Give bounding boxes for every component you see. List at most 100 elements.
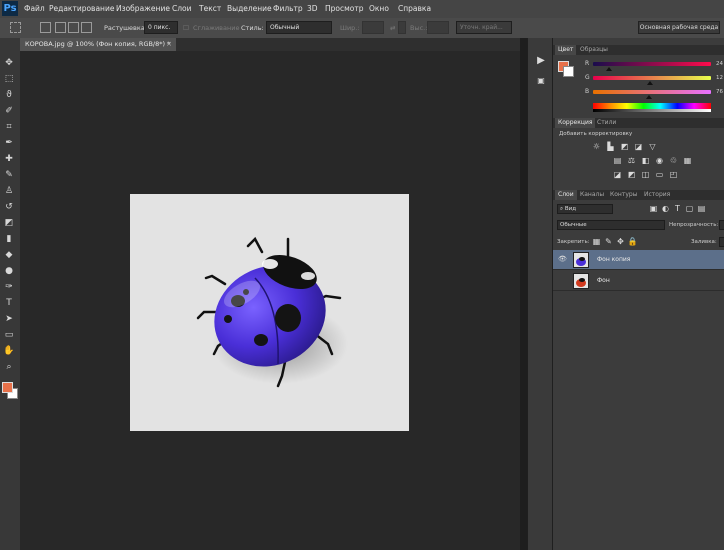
- eye-icon[interactable]: 👁: [558, 255, 567, 263]
- lock-move-icon[interactable]: ✥: [615, 237, 626, 246]
- eyedropper-tool-icon[interactable]: ✒: [3, 138, 15, 148]
- menu-window[interactable]: Окно: [369, 4, 389, 13]
- tab-paths[interactable]: Контуры: [607, 190, 640, 200]
- green-slider-thumb[interactable]: [647, 81, 653, 85]
- menu-layers[interactable]: Слои: [172, 4, 192, 13]
- green-value[interactable]: 12: [716, 75, 723, 81]
- panel-options-icon[interactable]: ▣: [534, 74, 548, 87]
- lock-brush-icon[interactable]: ✎: [603, 237, 614, 246]
- tab-color[interactable]: Цвет: [555, 45, 577, 55]
- eraser-tool-icon[interactable]: ◩: [3, 218, 15, 228]
- pen-tool-icon[interactable]: ✑: [3, 282, 15, 292]
- menu-filter[interactable]: Фильтр: [273, 4, 303, 13]
- style-select[interactable]: Обычный: [266, 21, 332, 34]
- photo-filter-icon[interactable]: ◉: [654, 156, 665, 165]
- menu-edit[interactable]: Редактирование: [49, 4, 114, 13]
- hand-tool-icon[interactable]: ✋: [3, 346, 15, 356]
- foreground-color-swatch[interactable]: [2, 382, 13, 393]
- type-tool-icon[interactable]: T: [3, 298, 15, 308]
- filter-shape-icon[interactable]: ▢: [684, 204, 695, 213]
- tab-layers[interactable]: Слои: [555, 190, 577, 200]
- blue-value[interactable]: 76: [716, 89, 723, 95]
- intersect-selection-icon[interactable]: [81, 22, 92, 33]
- document-tab[interactable]: КОРОВА.jpg @ 100% (Фон копия, RGB/8*) * …: [20, 38, 176, 51]
- blend-mode-select[interactable]: Обычные: [557, 220, 665, 230]
- filter-pixel-icon[interactable]: ▣: [648, 204, 659, 213]
- zoom-tool-icon[interactable]: ⌕: [3, 362, 15, 372]
- layer-row-background[interactable]: Фон: [553, 271, 724, 291]
- layer-filter-select[interactable]: ⌕ Вид: [557, 204, 613, 214]
- channel-mixer-icon[interactable]: ♲: [668, 156, 679, 165]
- lock-transparent-icon[interactable]: ▦: [591, 237, 602, 246]
- clone-stamp-tool-icon[interactable]: ♙: [3, 186, 15, 196]
- filter-adjust-icon[interactable]: ◐: [660, 204, 671, 213]
- quick-select-tool-icon[interactable]: ✐: [3, 106, 15, 116]
- width-input[interactable]: [362, 21, 384, 34]
- tab-channels[interactable]: Каналы: [577, 190, 607, 200]
- fill-input[interactable]: [719, 237, 724, 247]
- layer-row-bg-copy[interactable]: 👁 Фон копия: [553, 250, 724, 270]
- workspace-button[interactable]: Основная рабочая среда: [638, 21, 720, 34]
- filter-type-icon[interactable]: T: [672, 204, 683, 213]
- gradient-map-icon[interactable]: ▭: [654, 170, 665, 179]
- lasso-tool-icon[interactable]: ϑ: [3, 90, 15, 100]
- hue-sat-icon[interactable]: ▤: [612, 156, 623, 165]
- color-balance-icon[interactable]: ⚖: [626, 156, 637, 165]
- selective-color-icon[interactable]: ◰: [668, 170, 679, 179]
- close-tab-icon[interactable]: ×: [166, 38, 172, 51]
- new-selection-icon[interactable]: [40, 22, 51, 33]
- add-selection-icon[interactable]: [55, 22, 66, 33]
- vertical-scrollbar[interactable]: [520, 38, 527, 550]
- crop-tool-icon[interactable]: ⌗: [3, 122, 15, 132]
- bw-icon[interactable]: ◧: [640, 156, 651, 165]
- red-slider[interactable]: [593, 62, 711, 66]
- levels-icon[interactable]: ▙: [605, 142, 616, 151]
- dodge-tool-icon[interactable]: ●: [3, 266, 15, 276]
- menu-image[interactable]: Изображение: [116, 4, 170, 13]
- layer-name[interactable]: Фон: [597, 277, 610, 284]
- blue-slider[interactable]: [593, 90, 711, 94]
- tab-history[interactable]: История: [641, 190, 673, 200]
- menu-select[interactable]: Выделение: [227, 4, 272, 13]
- blur-tool-icon[interactable]: ◆: [3, 250, 15, 260]
- play-icon[interactable]: ▶: [534, 54, 548, 67]
- vibrance-icon[interactable]: ▽: [647, 142, 658, 151]
- menu-help[interactable]: Справка: [398, 4, 431, 13]
- path-select-tool-icon[interactable]: ➤: [3, 314, 15, 324]
- history-brush-tool-icon[interactable]: ↺: [3, 202, 15, 212]
- red-slider-thumb[interactable]: [606, 67, 612, 71]
- red-value[interactable]: 24: [716, 61, 723, 67]
- move-tool-icon[interactable]: ✥: [3, 58, 15, 68]
- layer-name[interactable]: Фон копия: [597, 256, 630, 263]
- tab-adjustments[interactable]: Коррекция: [555, 118, 596, 128]
- shape-tool-icon[interactable]: ▭: [3, 330, 15, 340]
- antialias-checkbox-icon[interactable]: ☐: [183, 24, 189, 32]
- subtract-selection-icon[interactable]: [68, 22, 79, 33]
- panel-background-swatch[interactable]: [563, 66, 574, 77]
- refine-edge-button[interactable]: Уточн. край...: [456, 21, 512, 34]
- tab-styles[interactable]: Стили: [594, 118, 619, 128]
- brush-tool-icon[interactable]: ✎: [3, 170, 15, 180]
- healing-brush-tool-icon[interactable]: ✚: [3, 154, 15, 164]
- menu-type[interactable]: Текст: [199, 4, 221, 13]
- menu-file[interactable]: Файл: [24, 4, 45, 13]
- posterize-icon[interactable]: ◩: [626, 170, 637, 179]
- document-canvas[interactable]: [130, 194, 409, 431]
- feather-input[interactable]: 0 пикс.: [144, 21, 178, 34]
- menu-3d[interactable]: 3D: [307, 4, 318, 13]
- curves-icon[interactable]: ◩: [619, 142, 630, 151]
- filter-smart-icon[interactable]: ▤: [696, 204, 707, 213]
- height-input[interactable]: [427, 21, 449, 34]
- blue-slider-thumb[interactable]: [646, 95, 652, 99]
- green-slider[interactable]: [593, 76, 711, 80]
- exposure-icon[interactable]: ◪: [633, 142, 644, 151]
- color-lookup-icon[interactable]: ▦: [682, 156, 693, 165]
- tab-swatches[interactable]: Образцы: [577, 45, 611, 55]
- marquee-tool-icon[interactable]: ⬚: [3, 74, 15, 84]
- swap-icon[interactable]: ⇄: [390, 24, 395, 32]
- gradient-tool-icon[interactable]: ▮: [3, 234, 15, 244]
- invert-icon[interactable]: ◪: [612, 170, 623, 179]
- marquee-preset-icon[interactable]: [10, 22, 21, 33]
- lock-all-icon[interactable]: 🔒: [627, 237, 638, 246]
- brightness-icon[interactable]: ☼: [591, 142, 602, 151]
